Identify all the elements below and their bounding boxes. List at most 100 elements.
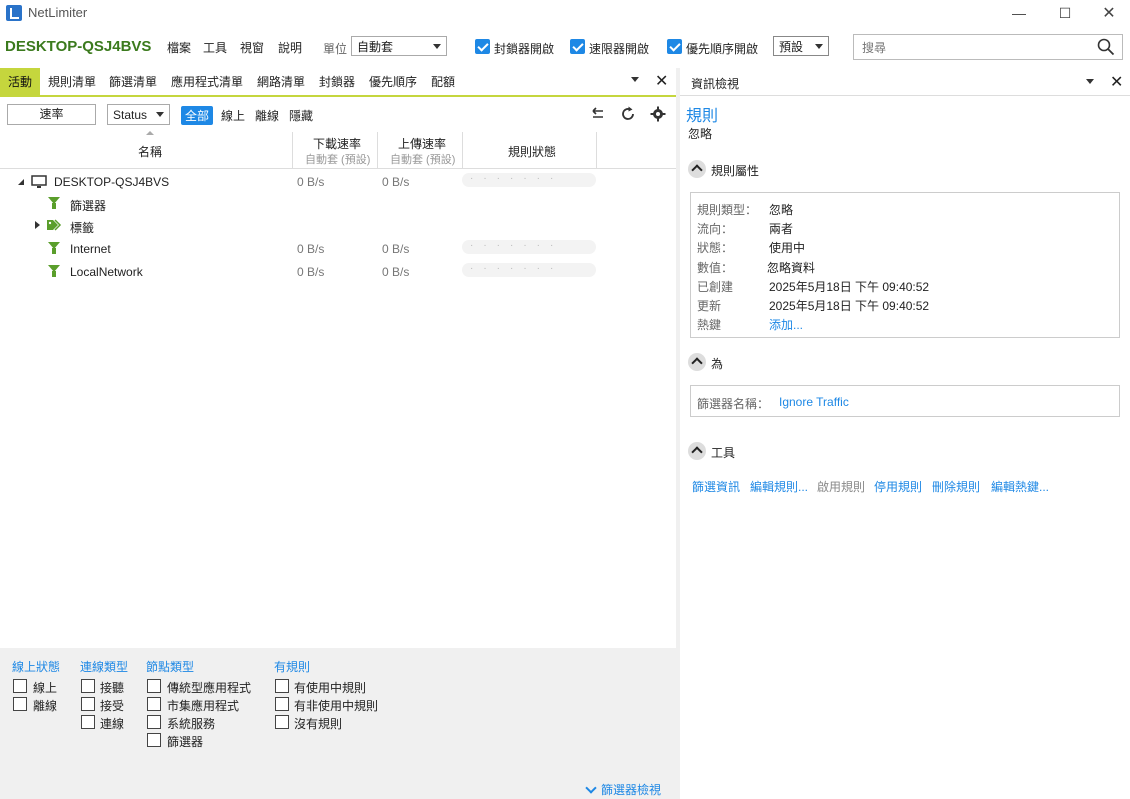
app-title: NetLimiter [28,5,88,20]
enable-rule-link[interactable]: 啟用規則 [817,478,865,495]
tabs-dropdown-icon[interactable] [631,77,639,82]
tab-app-list[interactable]: 應用程式清單 [171,73,243,90]
online-checkbox[interactable] [13,679,27,693]
collapsed-arrow-icon[interactable] [35,221,40,229]
panel-dropdown-icon[interactable] [1086,79,1094,84]
row-download-rate: 0 B/s [297,242,325,256]
column-header-upload-unit: 自動套 (預設) [390,154,456,166]
tab-blocker[interactable]: 封鎖器 [319,73,355,90]
table-row[interactable]: 篩選器 [0,194,676,216]
tab-quota[interactable]: 配額 [431,73,455,90]
menu-window[interactable]: 視窗 [240,39,264,56]
filter-name-label: 篩選器名稱： [697,397,770,411]
tab-priority[interactable]: 優先順序 [369,73,417,90]
system-service-label: 系統服務 [167,717,216,731]
collapse-section-icon[interactable] [688,353,706,371]
desktop-app-checkbox[interactable] [147,679,161,693]
edit-hotkey-link[interactable]: 編輯熱鍵... [991,478,1049,495]
active-rules-checkbox[interactable] [275,679,289,693]
filter-name-link[interactable]: Ignore Traffic [779,395,849,409]
row-name: DESKTOP-QSJ4BVS [54,175,170,189]
filter-view-link[interactable]: 篩選器檢視 [601,781,661,798]
edit-rule-link[interactable]: 編輯規則... [750,478,808,495]
column-header-rule-status[interactable]: 規則狀態 [508,143,556,160]
machine-name: DESKTOP-QSJ4BVS [5,38,152,55]
column-header-name[interactable]: 名稱 [138,143,162,160]
table-row[interactable]: 標籤 [0,216,676,238]
blocker-enabled-checkbox[interactable] [475,39,490,54]
view-filter-offline[interactable]: 離線 [255,107,279,124]
collapse-section-icon[interactable] [688,442,706,460]
inactive-rules-label: 有非使用中規則 [294,699,379,713]
preset-select[interactable]: 預設 [773,36,829,56]
table-row[interactable]: Internet 0 B/s 0 B/s ······· [0,239,676,261]
rule-subheading: 忽略 [688,127,713,141]
view-filter-hidden[interactable]: 隱藏 [289,107,313,124]
app-logo-icon [6,5,22,21]
expanded-arrow-icon[interactable] [18,179,24,185]
system-service-checkbox[interactable] [147,715,161,729]
menu-file[interactable]: 檔案 [167,39,191,56]
search-icon[interactable] [1097,38,1115,56]
refresh-icon[interactable] [620,106,636,122]
minimize-button[interactable]: — [996,0,1042,26]
tab-rule-list[interactable]: 規則清單 [48,73,96,90]
inactive-rules-checkbox[interactable] [275,697,289,711]
menu-help[interactable]: 說明 [278,39,302,56]
row-name: 標籤 [70,221,95,235]
disable-rule-link[interactable]: 停用規則 [874,478,922,495]
delete-rule-link[interactable]: 刪除規則 [932,478,980,495]
prop-label-state: 狀態： [697,241,734,255]
chevron-down-icon[interactable] [585,782,597,794]
filter-info-link[interactable]: 篩選資訊 [692,478,740,495]
priority-enabled-checkbox[interactable] [667,39,682,54]
tab-activity[interactable]: 活動 [0,68,41,96]
rate-button[interactable]: 速率 [7,104,96,125]
store-app-checkbox[interactable] [147,697,161,711]
no-rules-checkbox[interactable] [275,715,289,729]
menu-tools[interactable]: 工具 [203,39,227,56]
search-input[interactable] [860,38,1084,58]
listen-label: 接聽 [100,681,125,695]
listen-checkbox[interactable] [81,679,95,693]
collapse-section-icon[interactable] [688,160,706,178]
close-button[interactable]: ✕ [1086,0,1130,26]
group-title-connection-type: 連線類型 [80,660,129,674]
settings-gear-icon[interactable] [650,106,666,122]
prop-value-updated: 2025年5月18日 下午 09:40:52 [769,299,930,313]
status-select[interactable]: Status [107,104,170,125]
table-row[interactable]: DESKTOP-QSJ4BVS 0 B/s 0 B/s ······· [0,172,676,194]
limiter-enabled-checkbox[interactable] [570,39,585,54]
rule-heading: 規則 [686,108,719,125]
accept-label: 接受 [100,699,125,713]
offline-checkbox[interactable] [13,697,27,711]
accept-checkbox[interactable] [81,697,95,711]
column-header-download[interactable]: 下載速率 [313,135,361,152]
close-panel-icon[interactable]: ✕ [655,71,668,91]
column-header-upload[interactable]: 上傳速率 [398,135,446,152]
column-divider [462,132,463,168]
add-hotkey-link[interactable]: 添加... [769,316,803,333]
chevron-down-icon [433,44,441,49]
status-select-value: Status [113,107,148,122]
view-filter-all[interactable]: 全部 [181,106,214,125]
rule-status-bar: ······· [462,240,596,254]
filter-node-checkbox[interactable] [147,733,161,747]
prop-value-state: 使用中 [769,241,806,255]
close-panel-icon[interactable]: ✕ [1110,72,1123,92]
tab-network-list[interactable]: 網路清單 [257,73,305,90]
title-bar: NetLimiter — ☐ ✕ [0,0,1130,26]
view-filter-online[interactable]: 線上 [221,107,245,124]
info-view-header: 資訊檢視 ✕ [680,68,1130,96]
search-box[interactable] [853,34,1123,60]
tab-filter-list[interactable]: 篩選清單 [109,73,157,90]
prop-label-direction: 流向： [697,222,734,236]
collapse-all-icon[interactable] [590,107,606,121]
maximize-button[interactable]: ☐ [1042,0,1088,26]
table-row[interactable]: LocalNetwork 0 B/s 0 B/s ······· [0,262,676,284]
prop-value-created: 2025年5月18日 下午 09:40:52 [769,280,930,294]
column-divider [596,132,597,168]
preset-select-value: 預設 [779,39,804,54]
unit-select[interactable]: 自動套 [351,36,447,56]
connect-checkbox[interactable] [81,715,95,729]
